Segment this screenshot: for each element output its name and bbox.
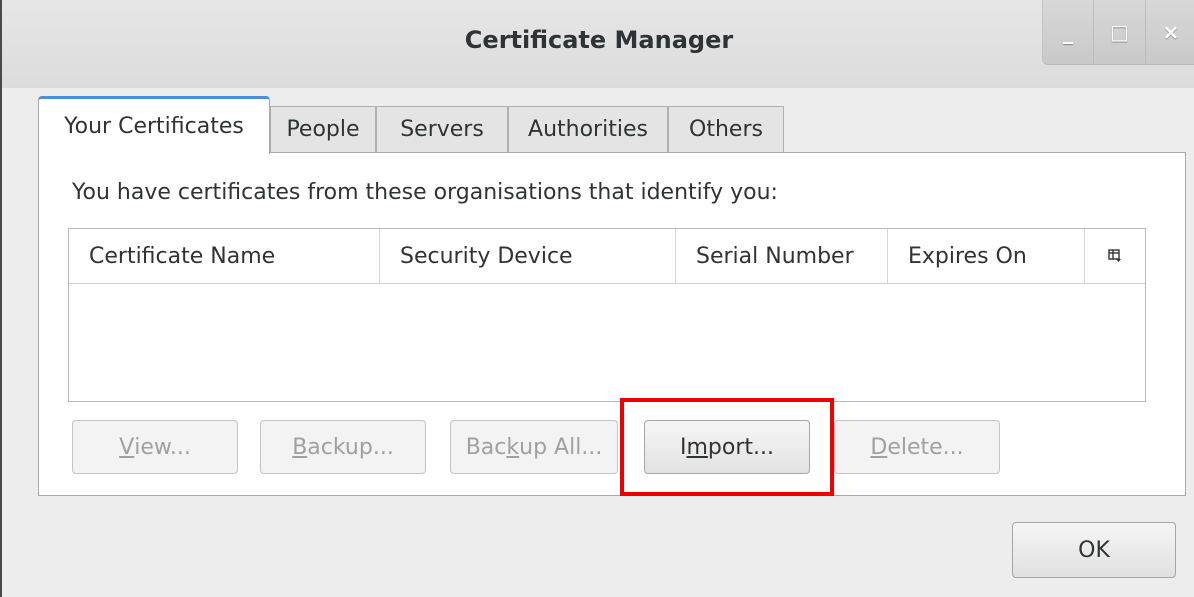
panel-description: You have certificates from these organis…	[72, 180, 778, 205]
close-icon: ×	[1162, 20, 1180, 44]
column-header-expires-on[interactable]: Expires On	[887, 229, 1087, 283]
certificate-manager-window: Certificate Manager _ □ × Your Certifica…	[0, 0, 1194, 597]
minimize-button[interactable]: _	[1043, 0, 1095, 64]
backup-all-label-post: up All...	[519, 434, 603, 460]
delete-label-post: elete...	[887, 434, 964, 460]
title-bar[interactable]: Certificate Manager _ □ ×	[2, 0, 1194, 88]
column-header-certificate-name[interactable]: Certificate Name	[69, 229, 379, 283]
certificate-list-header: Certificate Name Security Device Serial …	[69, 229, 1145, 284]
column-header-serial-number[interactable]: Serial Number	[675, 229, 887, 283]
ok-button[interactable]: OK	[1012, 522, 1176, 578]
backup-all-button[interactable]: Bac k up All...	[450, 420, 618, 474]
view-label-post: iew...	[134, 434, 191, 460]
tab-your-certificates[interactable]: Your Certificates	[38, 96, 270, 154]
backup-all-label-pre: Bac	[465, 434, 507, 460]
minimize-icon: _	[1063, 20, 1074, 44]
import-highlight-box	[620, 398, 834, 496]
view-button[interactable]: View...	[72, 420, 238, 474]
tab-people[interactable]: People	[270, 106, 376, 152]
view-label-mnemonic: V	[119, 434, 135, 460]
delete-label-mnemonic: D	[870, 434, 888, 460]
tab-authorities[interactable]: Authorities	[508, 106, 668, 152]
maximize-button[interactable]: □	[1094, 0, 1146, 64]
close-button[interactable]: ×	[1146, 0, 1194, 64]
tab-servers[interactable]: Servers	[376, 106, 508, 152]
window-controls: _ □ ×	[1042, 0, 1194, 65]
maximize-icon: □	[1110, 20, 1129, 44]
backup-label-post: ackup...	[307, 434, 394, 460]
tab-others[interactable]: Others	[668, 106, 784, 152]
backup-all-label-mnemonic: k	[506, 434, 520, 460]
column-picker-icon	[1108, 249, 1121, 262]
window-title: Certificate Manager	[464, 26, 734, 54]
column-header-security-device[interactable]: Security Device	[379, 229, 675, 283]
certificate-list[interactable]: Certificate Name Security Device Serial …	[68, 228, 1146, 402]
column-picker-button[interactable]	[1084, 229, 1145, 283]
backup-button[interactable]: Backup...	[260, 420, 426, 474]
backup-label-mnemonic: B	[292, 434, 308, 460]
delete-button[interactable]: Delete...	[834, 420, 1000, 474]
